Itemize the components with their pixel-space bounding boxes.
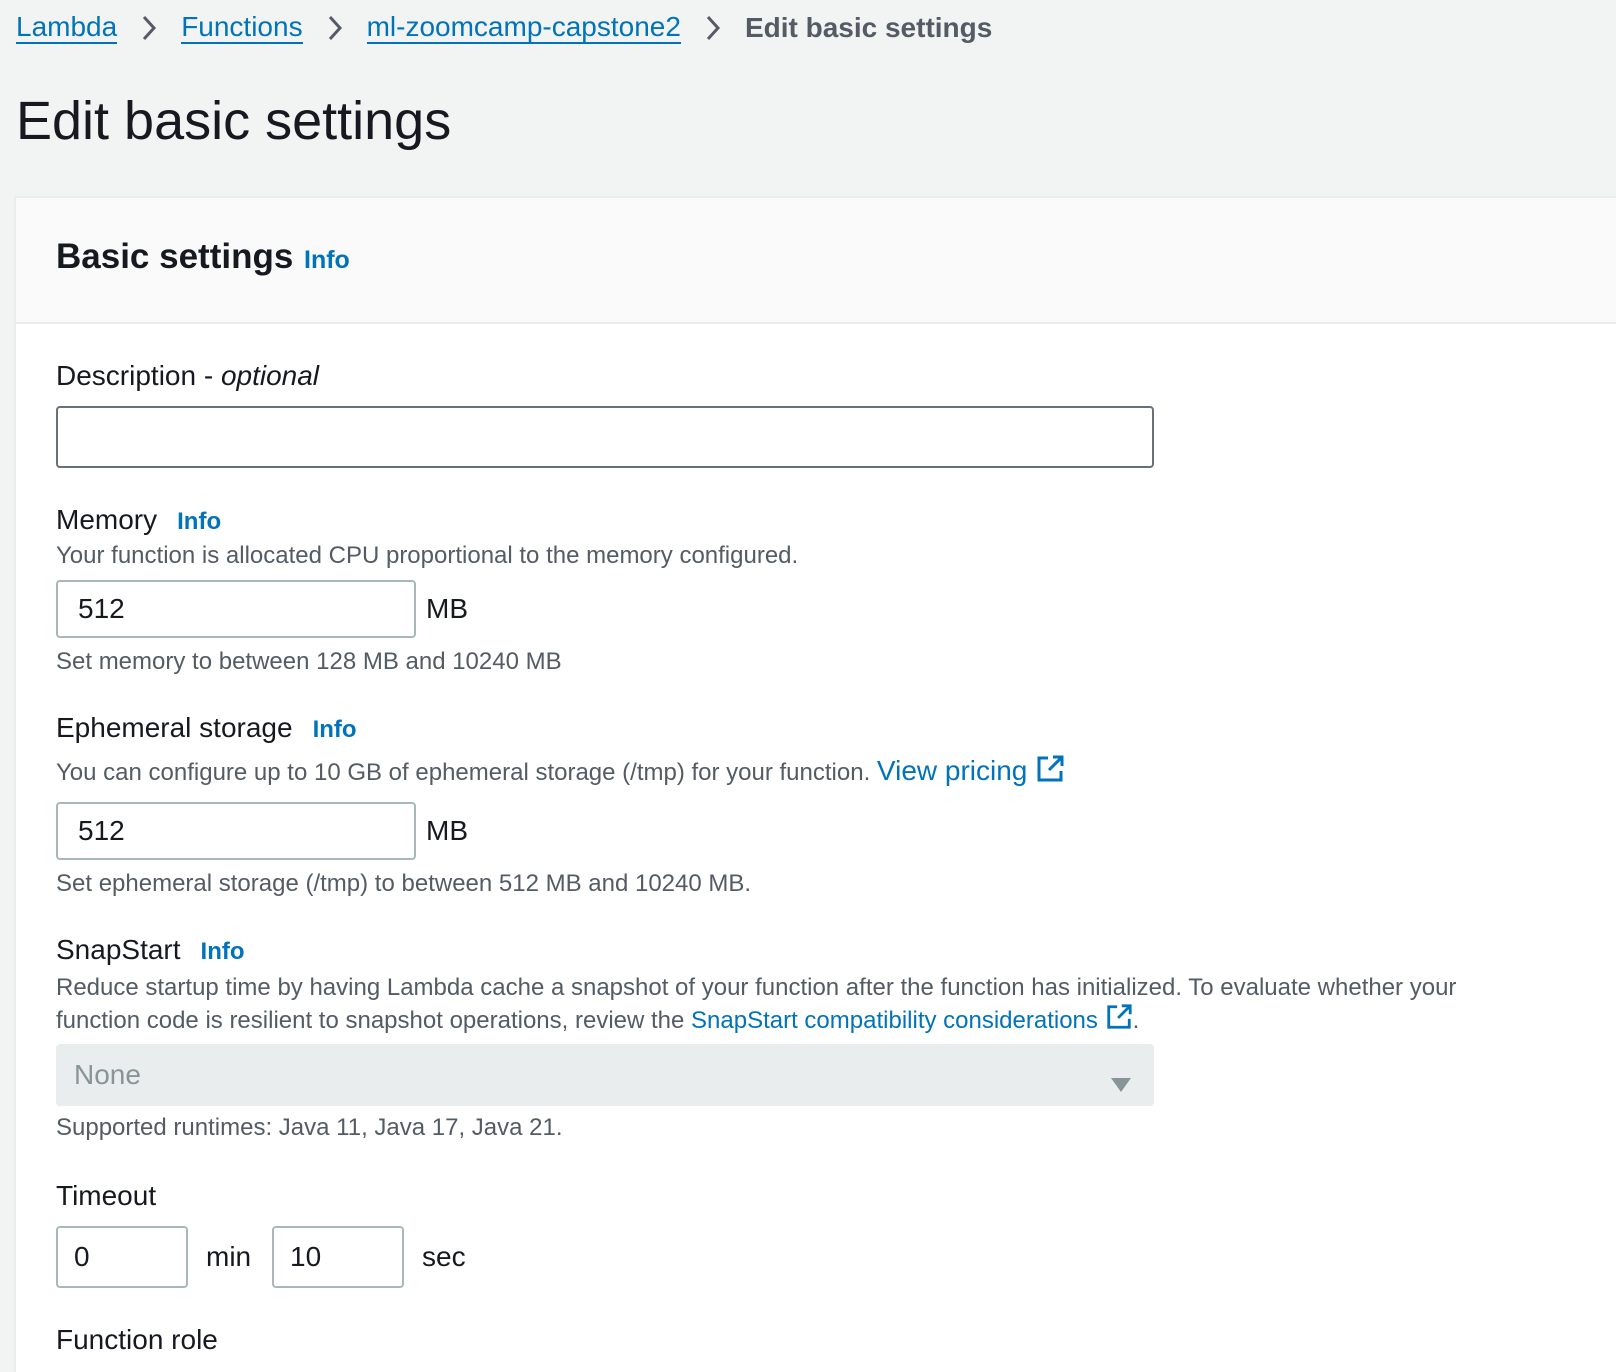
timeout-label: Timeout (56, 1180, 157, 1211)
snapstart-label: SnapStart Info (56, 932, 245, 970)
basic-settings-info-link[interactable]: Info (304, 242, 350, 278)
snapstart-hint: Supported runtimes: Java 11, Java 17, Ja… (56, 1114, 563, 1141)
snapstart-info-link[interactable]: Info (201, 938, 245, 965)
ephemeral-storage-label: Ephemeral storage Info (56, 710, 357, 748)
ephemeral-storage-unit: MB (426, 815, 468, 846)
ephemeral-storage-info-link[interactable]: Info (313, 716, 357, 743)
memory-hint: Set memory to between 128 MB and 10240 M… (56, 648, 562, 675)
breadcrumb-current: Edit basic settings (744, 12, 993, 43)
timeout-seconds-input[interactable] (272, 1226, 404, 1288)
description-label: Description - optional (56, 358, 319, 394)
external-link-icon (1035, 754, 1065, 791)
panel-header: Basic settings Info (16, 198, 1616, 324)
ephemeral-storage-label-text: Ephemeral storage (56, 712, 293, 743)
memory-label: Memory Info (56, 502, 221, 540)
caret-down-icon (1110, 1068, 1132, 1100)
snapstart-link-suffix: . (1132, 1006, 1140, 1034)
description-optional-text: optional (220, 360, 320, 391)
function-role-label: Function role (56, 1324, 218, 1355)
timeout-minutes-input[interactable] (56, 1226, 188, 1288)
snapstart-description-line1: Reduce startup time by having Lambda cac… (56, 974, 1457, 1001)
snapstart-description-line2: function code is resilient to snapshot o… (56, 1003, 1139, 1040)
external-link-icon (1105, 1003, 1133, 1040)
basic-settings-panel: Basic settings Info Description - option… (14, 196, 1616, 1372)
memory-info-link[interactable]: Info (177, 508, 221, 535)
ephemeral-storage-description-text: You can configure up to 10 GB of ephemer… (56, 758, 871, 786)
ephemeral-storage-input[interactable] (56, 802, 416, 860)
panel-title: Basic settings (56, 237, 294, 276)
snapstart-compatibility-label: SnapStart compatibility considerations (691, 1006, 1098, 1034)
memory-description: Your function is allocated CPU proportio… (56, 542, 799, 569)
ephemeral-storage-description: You can configure up to 10 GB of ephemer… (56, 754, 1065, 791)
description-input[interactable] (56, 406, 1154, 468)
snapstart-selected-value: None (74, 1059, 141, 1090)
breadcrumb-function-name[interactable]: ml-zoomcamp-capstone2 (366, 12, 681, 44)
view-pricing-label: View pricing (876, 754, 1028, 786)
view-pricing-link[interactable]: View pricing (877, 755, 1065, 786)
ephemeral-storage-hint: Set ephemeral storage (/tmp) to between … (56, 870, 752, 897)
breadcrumb-lambda[interactable]: Lambda (16, 12, 118, 44)
description-label-text: Description - (56, 360, 221, 391)
timeout-minutes-unit: min (206, 1241, 252, 1272)
chevron-right-icon (117, 14, 181, 42)
page-title: Edit basic settings (16, 91, 452, 151)
memory-unit: MB (426, 593, 468, 624)
memory-input[interactable] (56, 580, 416, 638)
snapstart-select[interactable]: None (56, 1044, 1154, 1106)
snapstart-description-line2-text: function code is resilient to snapshot o… (56, 1006, 685, 1034)
snapstart-compatibility-link[interactable]: SnapStart compatibility considerations (691, 1004, 1133, 1034)
snapstart-label-text: SnapStart (56, 934, 181, 965)
chevron-right-icon (681, 14, 745, 42)
breadcrumb-functions[interactable]: Functions (181, 12, 303, 44)
memory-label-text: Memory (56, 504, 158, 535)
chevron-right-icon (303, 14, 367, 42)
breadcrumb: Lambda Functions ml-zoomcamp-capstone2 E… (16, 6, 992, 50)
timeout-seconds-unit: sec (422, 1241, 466, 1272)
